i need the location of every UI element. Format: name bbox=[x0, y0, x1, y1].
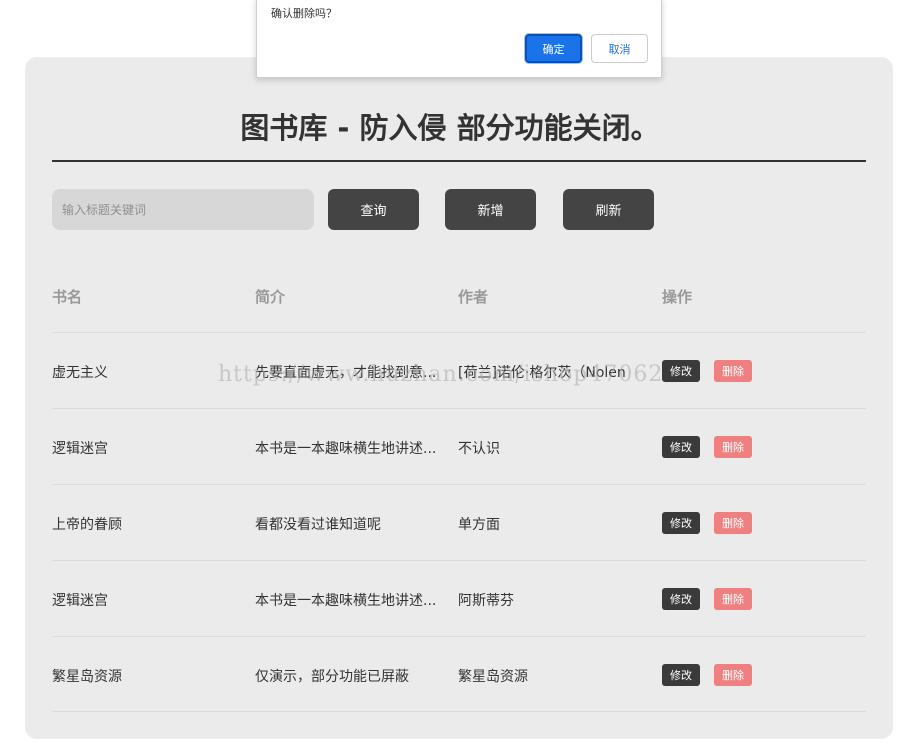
confirm-cancel-button[interactable]: 取消 bbox=[591, 34, 648, 63]
table-cell-intro: 仅演示，部分功能已屏蔽 bbox=[255, 669, 409, 685]
row-divider bbox=[52, 484, 866, 485]
confirm-dialog: 确认删除吗？ 确定 取消 bbox=[256, 0, 662, 78]
dialog-message: 确认删除吗？ bbox=[271, 7, 337, 20]
table-cell-author: 不认识 bbox=[458, 441, 500, 457]
table-cell-intro: 本书是一本趣味横生地讲述... bbox=[255, 593, 437, 609]
refresh-button[interactable]: 刷新 bbox=[563, 189, 654, 230]
header-intro: 简介 bbox=[255, 288, 286, 306]
header-actions: 操作 bbox=[662, 288, 693, 306]
page-title: 图书库 - 防入侵 部分功能关闭。 bbox=[240, 111, 660, 145]
edit-button[interactable]: 修改 bbox=[662, 436, 700, 458]
row-divider bbox=[52, 332, 866, 333]
table-cell-name: 虚无主义 bbox=[52, 365, 108, 381]
table-cell-name: 逻辑迷宫 bbox=[52, 441, 108, 457]
edit-button[interactable]: 修改 bbox=[662, 360, 700, 382]
edit-button[interactable]: 修改 bbox=[662, 512, 700, 534]
edit-button[interactable]: 修改 bbox=[662, 588, 700, 610]
search-input[interactable] bbox=[52, 189, 314, 230]
table-cell-author: 繁星岛资源 bbox=[458, 669, 528, 685]
delete-button[interactable]: 删除 bbox=[714, 436, 752, 458]
delete-button[interactable]: 删除 bbox=[714, 664, 752, 686]
row-divider bbox=[52, 711, 866, 712]
title-divider bbox=[52, 160, 866, 162]
delete-button[interactable]: 删除 bbox=[714, 588, 752, 610]
table-cell-name: 繁星岛资源 bbox=[52, 669, 122, 685]
edit-button[interactable]: 修改 bbox=[662, 664, 700, 686]
table-cell-author: [荷兰]诺伦·格尔茨（Nolen bbox=[458, 365, 626, 381]
delete-button[interactable]: 删除 bbox=[714, 512, 752, 534]
row-divider bbox=[52, 560, 866, 561]
table-cell-name: 逻辑迷宫 bbox=[52, 593, 108, 609]
confirm-ok-button[interactable]: 确定 bbox=[525, 34, 582, 63]
table-cell-intro: 看都没看过谁知道呢 bbox=[255, 517, 381, 533]
add-button[interactable]: 新增 bbox=[445, 189, 536, 230]
row-divider bbox=[52, 408, 866, 409]
header-name: 书名 bbox=[52, 288, 83, 306]
table-cell-name: 上帝的眷顾 bbox=[52, 517, 122, 533]
header-author: 作者 bbox=[458, 288, 489, 306]
table-cell-author: 单方面 bbox=[458, 517, 500, 533]
table-cell-intro: 先要直面虚无，才能找到意... bbox=[255, 365, 437, 381]
delete-button[interactable]: 删除 bbox=[714, 360, 752, 382]
table-cell-intro: 本书是一本趣味横生地讲述... bbox=[255, 441, 437, 457]
query-button[interactable]: 查询 bbox=[328, 189, 419, 230]
table-cell-author: 阿斯蒂芬 bbox=[458, 593, 514, 609]
row-divider bbox=[52, 636, 866, 637]
